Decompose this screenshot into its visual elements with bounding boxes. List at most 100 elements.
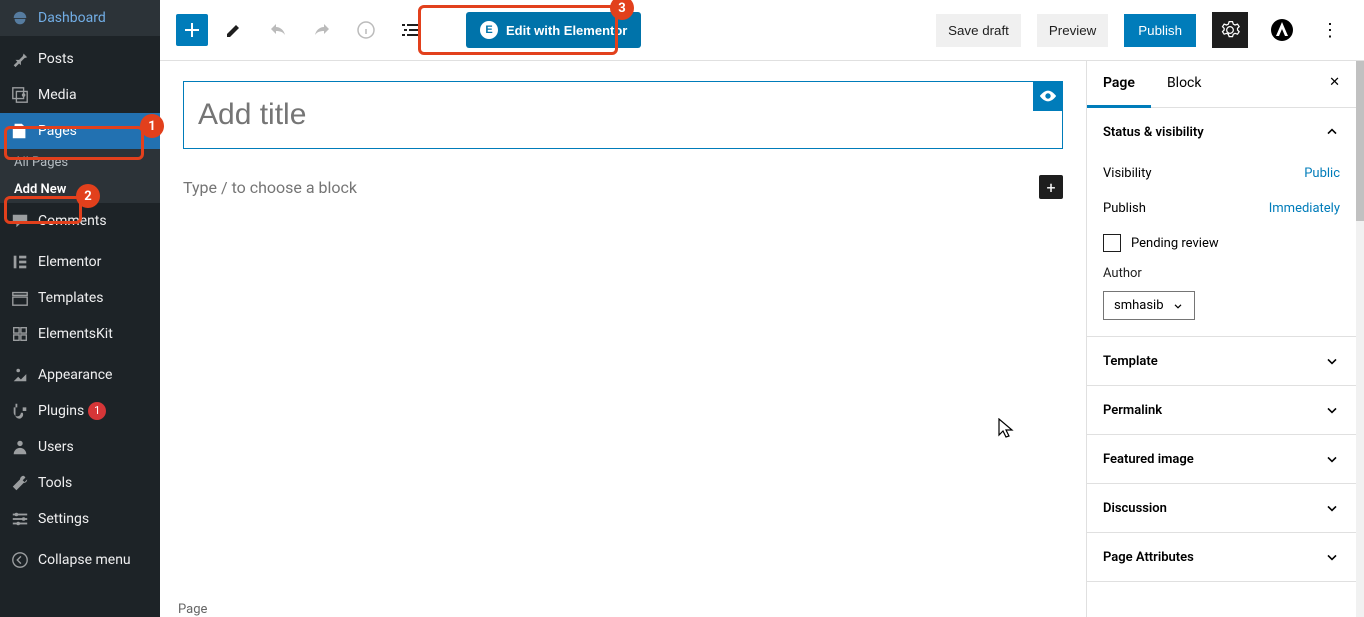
sidebar-item-plugins[interactable]: Plugins 1 — [0, 393, 160, 429]
sidebar-label: Comments — [38, 213, 107, 229]
visibility-value[interactable]: Public — [1304, 166, 1340, 181]
templates-icon — [10, 288, 30, 308]
sidebar-item-pages[interactable]: Pages — [0, 113, 160, 149]
elementskit-icon — [10, 324, 30, 344]
sidebar-label: Users — [38, 439, 74, 455]
add-block-inline-button[interactable]: + — [1039, 175, 1063, 199]
media-icon — [10, 85, 30, 105]
visibility-eye-icon[interactable] — [1033, 81, 1063, 111]
undo-icon[interactable] — [260, 12, 296, 48]
astra-icon[interactable] — [1264, 12, 1300, 48]
sidebar-item-comments[interactable]: Comments — [0, 203, 160, 239]
sidebar-item-users[interactable]: Users — [0, 429, 160, 465]
panel-head-template[interactable]: Template — [1087, 337, 1356, 385]
sidebar-label: Tools — [38, 475, 72, 491]
panel-head-attributes[interactable]: Page Attributes — [1087, 533, 1356, 581]
editor-body: Type / to choose a block + Page — [160, 61, 1086, 617]
cursor-icon — [998, 418, 1014, 438]
panel-head-featured[interactable]: Featured image — [1087, 435, 1356, 483]
publish-button[interactable]: Publish — [1124, 14, 1196, 47]
inspector-tabs: Page Block ✕ — [1087, 61, 1356, 108]
sidebar-label: Collapse menu — [38, 552, 131, 568]
admin-sidebar: Dashboard Posts Media Pages All Pages Ad… — [0, 0, 160, 617]
users-icon — [10, 437, 30, 457]
post-title-input[interactable] — [183, 81, 1063, 149]
sidebar-label: Posts — [38, 51, 74, 67]
pin-icon — [10, 49, 30, 69]
pages-icon — [10, 121, 30, 141]
chevron-down-icon — [1324, 402, 1340, 418]
chevron-down-icon — [1324, 451, 1340, 467]
pending-review-label: Pending review — [1131, 236, 1219, 251]
panel-discussion: Discussion — [1087, 484, 1356, 533]
sidebar-item-templates[interactable]: Templates — [0, 280, 160, 316]
sidebar-item-elementskit[interactable]: ElementsKit — [0, 316, 160, 352]
edit-mode-icon[interactable] — [216, 12, 252, 48]
elementor-button-label: Edit with Elementor — [506, 23, 627, 38]
close-inspector-icon[interactable]: ✕ — [1313, 61, 1356, 107]
save-draft-button[interactable]: Save draft — [936, 14, 1021, 47]
scrollbar-thumb[interactable] — [1356, 61, 1364, 221]
publish-label: Publish — [1103, 201, 1146, 216]
panel-permalink: Permalink — [1087, 386, 1356, 435]
panel-head-discussion[interactable]: Discussion — [1087, 484, 1356, 532]
panel-head-permalink[interactable]: Permalink — [1087, 386, 1356, 434]
editor-workspace: E Edit with Elementor Save draft Preview… — [160, 0, 1364, 617]
callout-badge-1: 1 — [140, 114, 164, 138]
tab-page[interactable]: Page — [1087, 61, 1151, 108]
sidebar-item-elementor[interactable]: Elementor — [0, 244, 160, 280]
sidebar-collapse[interactable]: Collapse menu — [0, 542, 160, 578]
preview-button[interactable]: Preview — [1037, 14, 1108, 47]
publish-value[interactable]: Immediately — [1269, 201, 1340, 216]
panel-page-attributes: Page Attributes — [1087, 533, 1356, 582]
sidebar-item-tools[interactable]: Tools — [0, 465, 160, 501]
pending-review-checkbox[interactable] — [1103, 234, 1121, 252]
scrollbar[interactable] — [1356, 61, 1364, 617]
elementor-logo-icon: E — [480, 21, 498, 39]
chevron-down-icon — [1324, 353, 1340, 369]
settings-toggle-button[interactable] — [1212, 12, 1248, 48]
sidebar-label: Elementor — [38, 254, 101, 270]
tab-block[interactable]: Block — [1151, 61, 1218, 107]
panel-head-status[interactable]: Status & visibility — [1087, 108, 1356, 156]
sidebar-label: Plugins — [38, 403, 84, 419]
breadcrumb-footer: Page — [178, 602, 207, 617]
add-block-button[interactable] — [176, 14, 208, 46]
dashboard-icon — [10, 8, 30, 28]
sidebar-item-appearance[interactable]: Appearance — [0, 357, 160, 393]
tools-icon — [10, 473, 30, 493]
sidebar-label: Pages — [38, 123, 77, 139]
outline-icon[interactable] — [392, 12, 428, 48]
sidebar-label: Media — [38, 87, 77, 103]
sidebar-item-dashboard[interactable]: Dashboard — [0, 0, 160, 36]
visibility-label: Visibility — [1103, 166, 1152, 181]
block-prompt-text: Type / to choose a block — [183, 178, 357, 197]
block-prompt-row[interactable]: Type / to choose a block + — [183, 175, 1063, 199]
author-value: smhasib — [1114, 298, 1164, 313]
panel-status-visibility: Status & visibility Visibility Public Pu… — [1087, 108, 1356, 337]
appearance-icon — [10, 365, 30, 385]
chevron-up-icon — [1324, 124, 1340, 140]
info-icon[interactable] — [348, 12, 384, 48]
inspector-panel: Page Block ✕ Status & visibility Visibil… — [1086, 61, 1356, 617]
submenu-all-pages[interactable]: All Pages — [0, 149, 160, 176]
editor-topbar: E Edit with Elementor Save draft Preview… — [160, 0, 1364, 61]
sidebar-label: ElementsKit — [38, 326, 113, 342]
pending-review-row[interactable]: Pending review — [1103, 226, 1340, 260]
sidebar-label: Templates — [38, 290, 104, 306]
plugins-update-badge: 1 — [88, 402, 106, 420]
redo-icon[interactable] — [304, 12, 340, 48]
sidebar-item-media[interactable]: Media — [0, 77, 160, 113]
sidebar-item-settings[interactable]: Settings — [0, 501, 160, 537]
author-select[interactable]: smhasib — [1103, 291, 1195, 320]
sidebar-label: Appearance — [38, 367, 112, 383]
sidebar-item-posts[interactable]: Posts — [0, 41, 160, 77]
plugins-icon — [10, 401, 30, 421]
collapse-icon — [10, 550, 30, 570]
panel-template: Template — [1087, 337, 1356, 386]
editor-canvas: Type / to choose a block + — [183, 81, 1063, 199]
chevron-down-icon — [1172, 300, 1184, 312]
settings-icon — [10, 509, 30, 529]
more-options-icon[interactable]: ⋮ — [1312, 12, 1348, 48]
chevron-down-icon — [1324, 549, 1340, 565]
